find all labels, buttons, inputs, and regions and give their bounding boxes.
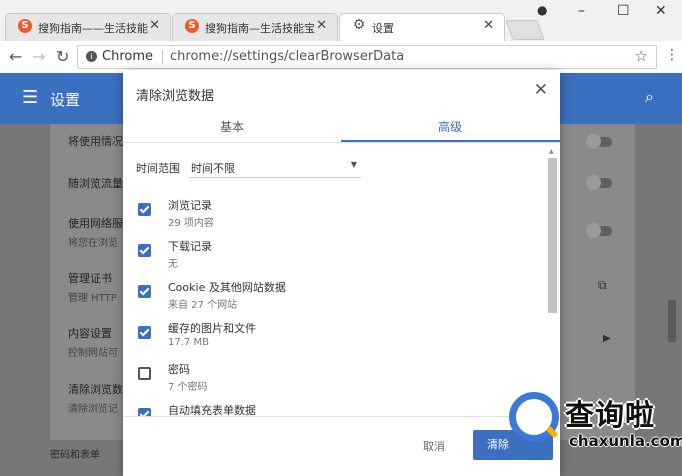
active-tab-indicator (341, 140, 560, 142)
row-label: 清除浏览数 (68, 383, 123, 396)
row-sublabel: 管理 HTTP (68, 293, 117, 304)
settings-row-traffic[interactable]: 随浏览流量 (68, 175, 123, 191)
back-icon[interactable]: ← (9, 47, 22, 66)
toggle-switch[interactable] (586, 175, 612, 190)
address-bar[interactable]: i Chrome chrome://settings/clearBrowserD… (77, 45, 657, 69)
item-label: 下载记录 (168, 240, 212, 253)
time-range-label: 时间范围 (136, 162, 180, 175)
checkbox-item-passwords[interactable]: 密码 7 个密码 (123, 360, 543, 401)
toggle-switch[interactable] (586, 223, 612, 238)
settings-row-web-service[interactable]: 使用网络服 将您在浏览 (68, 215, 123, 249)
menu-kebab-icon[interactable]: ⋮ (665, 47, 679, 63)
tab-advanced[interactable]: 高级 (341, 118, 559, 135)
checkbox-item-autofill[interactable]: 自动填充表单数据 (123, 401, 543, 416)
checkbox-item-history[interactable]: 浏览记录 29 项内容 (123, 196, 543, 237)
forward-icon[interactable]: → (32, 47, 45, 66)
magnifier-logo-icon (509, 392, 559, 442)
cancel-button[interactable]: 取消 (423, 438, 445, 454)
sogou-favicon-icon: S (185, 19, 199, 33)
row-label: 使用网络服 (68, 217, 123, 230)
minimize-icon[interactable]: – (578, 3, 585, 19)
row-label: 将使用情况 (68, 135, 123, 148)
item-sublabel: 29 项内容 (168, 218, 214, 229)
row-label: 随浏览流量 (68, 177, 123, 190)
bookmark-star-icon[interactable]: ☆ (635, 47, 648, 65)
external-link-icon[interactable]: ⧉ (598, 278, 607, 293)
gear-icon: ⚙ (352, 17, 366, 33)
close-window-icon[interactable]: ✕ (655, 3, 667, 19)
tab-basic[interactable]: 基本 (123, 118, 341, 135)
close-icon[interactable]: ✕ (483, 18, 494, 33)
settings-row-certificates[interactable]: 管理证书 管理 HTTP (68, 270, 117, 304)
sogou-favicon-icon: S (18, 19, 32, 33)
row-sublabel: 将您在浏览 (68, 238, 118, 249)
watermark-logo: 查询啦 chaxunla.com (497, 378, 682, 476)
omnibox-chip: Chrome (102, 49, 153, 64)
divider (123, 416, 560, 417)
row-label: 管理证书 (68, 272, 112, 285)
checkbox-checked[interactable] (138, 326, 151, 339)
time-range-select[interactable]: 时间不限 ▼ (189, 156, 361, 178)
dropdown-arrow-icon: ▼ (350, 160, 357, 169)
close-icon[interactable]: ✕ (534, 80, 548, 100)
divider (162, 50, 163, 64)
checkbox-item-cache[interactable]: 缓存的图片和文件 17.7 MB (123, 319, 543, 360)
new-tab-button[interactable] (505, 20, 545, 40)
item-label: 密码 (168, 363, 190, 376)
search-icon[interactable]: ⌕ (645, 87, 654, 107)
profile-icon[interactable]: ● (537, 3, 547, 17)
page-title: 设置 (50, 91, 81, 109)
tab-title: 搜狗指南—生活技能宝典 (205, 22, 315, 35)
maximize-icon[interactable]: ☐ (617, 3, 630, 19)
item-sublabel: 17.7 MB (168, 337, 209, 348)
dialog-title: 清除浏览数据 (136, 89, 215, 104)
toggle-switch[interactable] (586, 134, 612, 149)
close-icon[interactable]: ✕ (316, 18, 327, 33)
page-scrollbar[interactable] (668, 300, 676, 342)
close-icon[interactable]: ✕ (149, 18, 160, 33)
item-label: Cookie 及其他网站数据 (168, 281, 286, 294)
tab-sogou-1[interactable]: S 搜狗指南——生活技能宝 ✕ (5, 13, 171, 41)
section-passwords-forms: 密码和表单 (50, 450, 100, 461)
reload-icon[interactable]: ↻ (56, 47, 69, 66)
chevron-right-icon[interactable]: ▶ (603, 333, 611, 344)
row-sublabel: 清除浏览记 (68, 404, 118, 415)
dialog-scrollbar-thumb[interactable] (548, 158, 557, 313)
row-label: 内容设置 (68, 327, 112, 340)
tab-title: 设置 (372, 22, 394, 35)
scroll-up-arrow-icon[interactable]: ▲ (549, 148, 554, 155)
checkbox-checked[interactable] (138, 285, 151, 298)
checkbox-checked[interactable] (138, 203, 151, 216)
checkbox-checked[interactable] (138, 244, 151, 257)
site-info-icon[interactable]: i (86, 51, 97, 62)
data-type-list: 浏览记录 29 项内容 下载记录 无 Cookie 及其他网站数据 来自 27 … (123, 196, 543, 416)
item-label: 缓存的图片和文件 (168, 322, 256, 335)
item-sublabel: 无 (168, 259, 178, 270)
tab-sogou-2[interactable]: S 搜狗指南—生活技能宝典 ✕ (172, 13, 338, 41)
row-sublabel: 控制网站可 (68, 348, 118, 359)
dialog-tabs: 基本 高级 (123, 110, 560, 143)
checkbox-item-cookies[interactable]: Cookie 及其他网站数据 来自 27 个网站 (123, 278, 543, 319)
settings-row-content[interactable]: 内容设置 控制网站可 (68, 325, 118, 359)
item-sublabel: 来自 27 个网站 (168, 300, 238, 311)
watermark-domain: chaxunla.com (569, 432, 682, 450)
settings-row-usage[interactable]: 将使用情况 (68, 133, 123, 149)
watermark-text: 查询啦 (565, 398, 656, 432)
item-sublabel: 7 个密码 (168, 382, 208, 393)
tab-settings[interactable]: ⚙ 设置 ✕ (339, 13, 505, 41)
settings-row-clear-data[interactable]: 清除浏览数 清除浏览记 (68, 381, 123, 415)
tab-strip: S 搜狗指南——生活技能宝 ✕ S 搜狗指南—生活技能宝典 ✕ ⚙ 设置 ✕ ●… (0, 0, 682, 41)
hamburger-menu-icon[interactable]: ☰ (22, 87, 38, 108)
checkbox-unchecked[interactable] (138, 367, 151, 380)
item-label: 自动填充表单数据 (168, 404, 256, 416)
checkbox-checked[interactable] (138, 408, 151, 416)
url-text[interactable]: chrome://settings/clearBrowserData (170, 49, 404, 64)
time-range-value: 时间不限 (191, 162, 235, 175)
item-label: 浏览记录 (168, 199, 212, 212)
clear-browsing-data-dialog: 清除浏览数据 ✕ 基本 高级 时间范围 时间不限 ▼ 浏览记录 29 项内容 下… (123, 70, 560, 476)
checkbox-item-downloads[interactable]: 下载记录 无 (123, 237, 543, 278)
tab-title: 搜狗指南——生活技能宝 (38, 22, 148, 35)
